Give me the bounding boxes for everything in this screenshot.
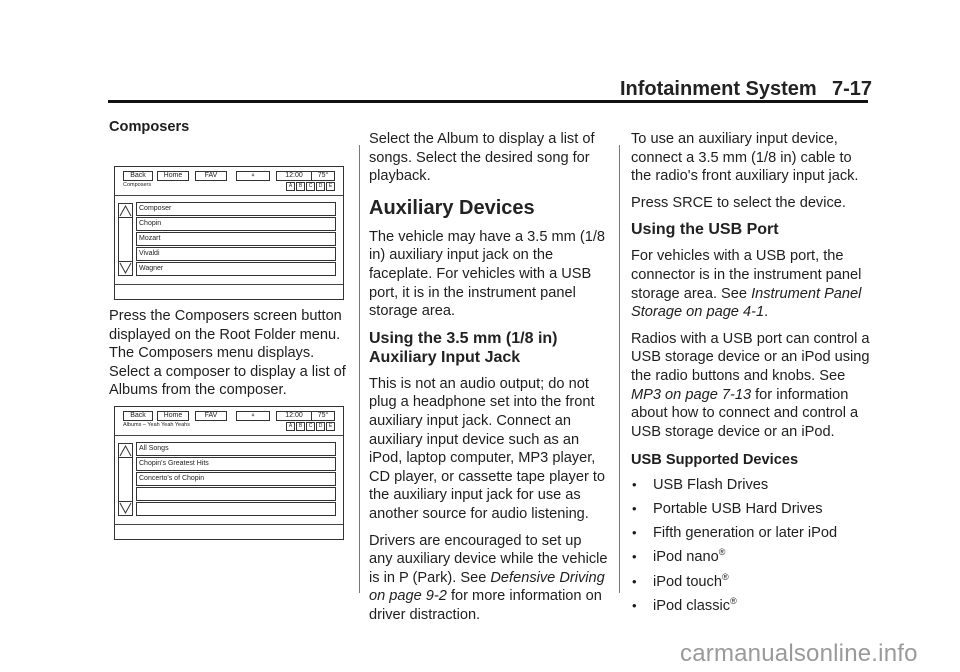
screen-footer: [115, 524, 343, 539]
back-button: Back: [123, 411, 153, 421]
preset-a: A: [286, 422, 295, 431]
srce-paragraph: Press SRCE to select the device.: [631, 194, 846, 211]
scroll-up-icon: [119, 444, 132, 458]
list-item: iPod touch®: [631, 572, 871, 592]
usb-supported-devices-heading: USB Supported Devices: [631, 452, 799, 469]
list-item: Chopin's Greatest Hits: [136, 457, 336, 471]
list-item: [136, 502, 336, 516]
column-divider-1: [359, 145, 360, 593]
scroll-down-icon: [119, 261, 132, 275]
list-item: Vivaldi: [136, 247, 336, 261]
albums-screen-illustration: Back Home FAV ⚘ 12:00 75° Albums – Yeah …: [114, 406, 344, 540]
watermark: carmanualsonline.info: [680, 640, 918, 667]
home-button: Home: [157, 171, 189, 181]
scroll-down-icon: [119, 501, 132, 515]
fav-button: FAV: [195, 411, 227, 421]
list-item: [136, 487, 336, 501]
composers-screen-illustration: Back Home FAV ⚘ 12:00 75° Composers A B …: [114, 166, 344, 300]
radios-paragraph: Radios with a USB port can control a USB…: [631, 330, 870, 440]
preset-a: A: [286, 182, 295, 191]
composers-heading: Composers: [109, 119, 190, 135]
list-item: Concerto's of Chopin: [136, 472, 336, 486]
screen-top-bar: Back Home FAV ⚘ 12:00 75° Albums – Yeah …: [115, 407, 343, 436]
screen-footer: [115, 284, 343, 299]
auxiliary-paragraph: The vehicle may have a 3.5 mm (1/8 in) a…: [369, 228, 606, 320]
menu-title: Composers: [123, 182, 152, 188]
tone-icon: ⚘: [236, 411, 270, 421]
back-button: Back: [123, 171, 153, 181]
usb-paragraph: For vehicles with a USB port, the connec…: [631, 248, 862, 321]
scroll-up-icon: [119, 204, 132, 218]
preset-c: C: [306, 182, 315, 191]
usb-port-heading: Using the USB Port: [631, 221, 779, 239]
column-1-text: Press the Composers screen button displa…: [109, 307, 354, 408]
preset-e: E: [326, 182, 335, 191]
screen-top-bar: Back Home FAV ⚘ 12:00 75° Composers A B …: [115, 167, 343, 196]
list-item: Mozart: [136, 232, 336, 246]
section-title: Infotainment System: [620, 78, 817, 100]
mp3-link[interactable]: MP3 on page 7-13: [631, 387, 751, 403]
preset-b: B: [296, 422, 305, 431]
list-item: All Songs: [136, 442, 336, 456]
preset-e: E: [326, 422, 335, 431]
tone-icon: ⚘: [236, 171, 270, 181]
column-1: Composers: [109, 118, 354, 147]
auxiliary-devices-heading: Auxiliary Devices: [369, 196, 535, 219]
list-item: Composer: [136, 202, 336, 216]
drivers-paragraph: Drivers are encouraged to set up any aux…: [369, 532, 608, 623]
header-rule: [108, 100, 868, 103]
aux-jack-heading: Using the 3.5 mm (1/8 in) Auxiliary Inpu…: [369, 329, 558, 366]
composers-paragraph: Press the Composers screen button displa…: [109, 308, 346, 399]
preset-c: C: [306, 422, 315, 431]
list-item: USB Flash Drives: [631, 476, 871, 495]
temperature-display: 75°: [311, 411, 335, 421]
clock-display: 12:00: [276, 411, 312, 421]
menu-title: Albums – Yeah Yeah Yeahs: [123, 422, 190, 428]
column-divider-2: [619, 145, 620, 593]
list-item: Fifth generation or later iPod: [631, 524, 871, 543]
column-2: Select the Album to display a list of so…: [369, 130, 609, 632]
connect-paragraph: To use an auxiliary input device, connec…: [631, 131, 859, 185]
album-intro-paragraph: Select the Album to display a list of so…: [369, 131, 595, 185]
scrollbar: [118, 443, 133, 516]
home-button: Home: [157, 411, 189, 421]
preset-d: D: [316, 182, 325, 191]
preset-d: D: [316, 422, 325, 431]
aux-jack-paragraph: This is not an audio output; do not plug…: [369, 375, 606, 522]
scrollbar: [118, 203, 133, 276]
page-number: 7-17: [832, 78, 873, 100]
fav-button: FAV: [195, 171, 227, 181]
column-3: To use an auxiliary input device, connec…: [631, 130, 871, 621]
list-item: Chopin: [136, 217, 336, 231]
supported-devices-list: USB Flash Drives Portable USB Hard Drive…: [631, 476, 871, 616]
clock-display: 12:00: [276, 171, 312, 181]
list-item: iPod classic®: [631, 596, 871, 616]
list-item: Portable USB Hard Drives: [631, 500, 871, 519]
list-item: iPod nano®: [631, 548, 871, 567]
temperature-display: 75°: [311, 171, 335, 181]
preset-b: B: [296, 182, 305, 191]
list-item: Wagner: [136, 262, 336, 276]
